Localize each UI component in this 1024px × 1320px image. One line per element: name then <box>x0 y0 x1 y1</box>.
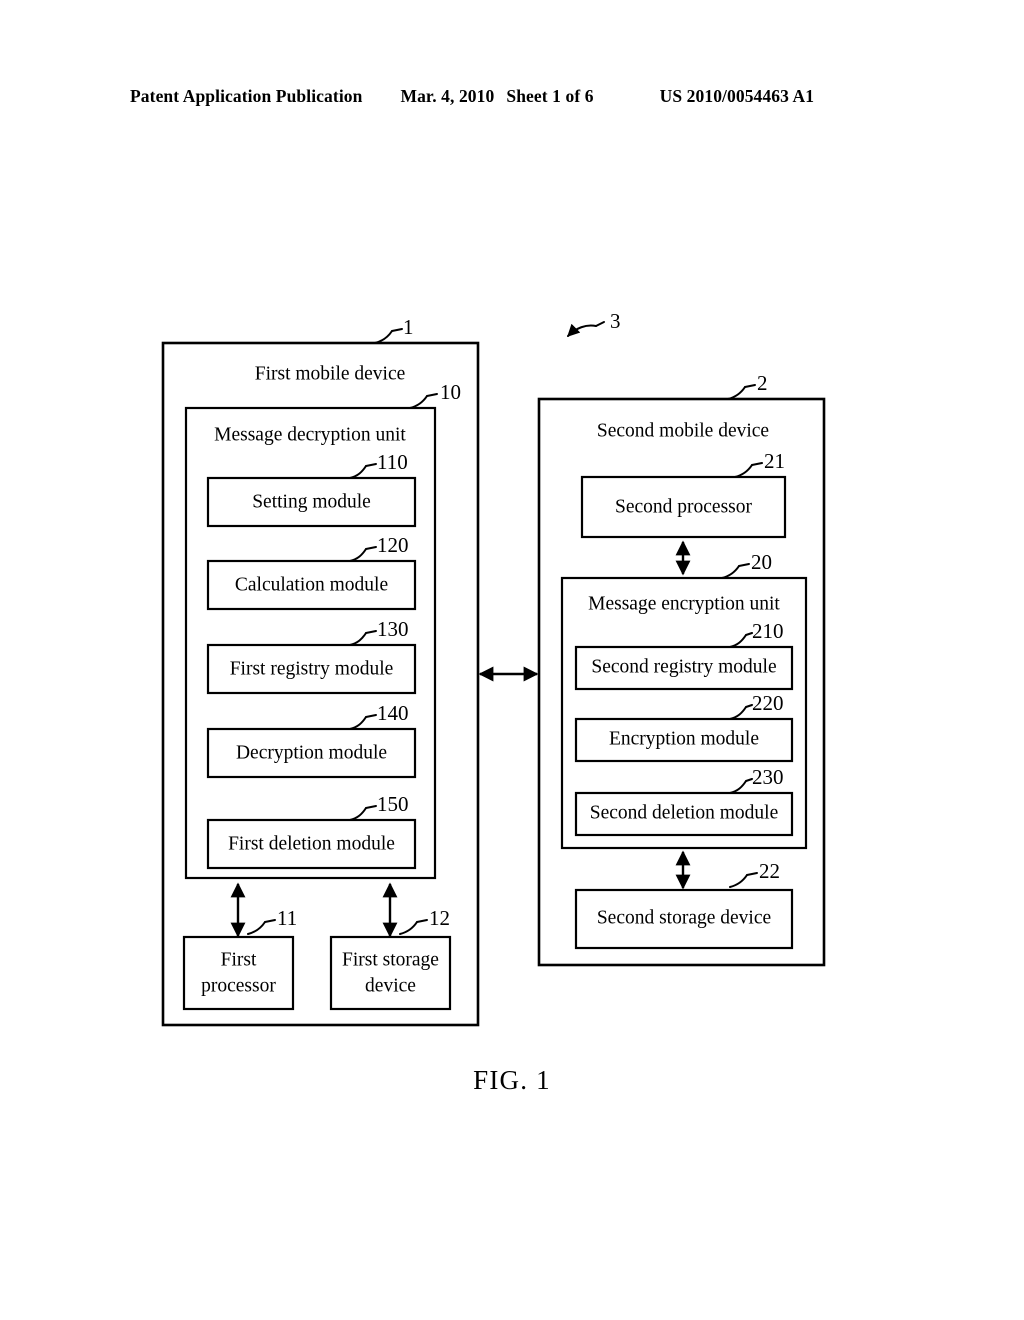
leader-ref-140 <box>349 714 377 730</box>
ref-label-230: 230 <box>752 765 784 789</box>
ref-label-3: 3 <box>610 309 621 333</box>
leader-ref-1 <box>374 328 403 344</box>
ref-label-22: 22 <box>759 859 780 883</box>
calculation-module-label: Calculation module <box>235 574 388 595</box>
message-encryption-unit-title: Message encryption unit <box>588 593 780 614</box>
decryption-module-label: Decryption module <box>236 742 387 763</box>
ref-label-110: 110 <box>377 450 408 474</box>
ref-label-140: 140 <box>377 701 409 725</box>
ref-label-11: 11 <box>277 906 297 930</box>
second-registry-module-label: Second registry module <box>591 656 776 677</box>
figure-diagram: 3 First mobile device 1 Message decrypti… <box>161 309 826 1027</box>
first-processor-label-line1: First <box>221 949 257 970</box>
patent-page: Patent Application Publication Mar. 4, 2… <box>0 0 1024 1320</box>
first-deletion-module-label: First deletion module <box>228 833 395 854</box>
leader-ref-10 <box>409 393 438 409</box>
leader-ref-220 <box>729 704 753 720</box>
figure-caption: FIG. 1 <box>473 1065 551 1095</box>
ref-label-1: 1 <box>403 315 414 339</box>
first-storage-device-label-line1: First storage <box>342 949 439 970</box>
setting-module-label: Setting module <box>252 491 371 512</box>
leader-ref-110 <box>349 463 377 479</box>
leader-ref-2 <box>727 384 756 400</box>
ref-label-2: 2 <box>757 371 768 395</box>
leader-ref-150 <box>349 805 377 821</box>
ref-label-220: 220 <box>752 691 784 715</box>
leader-ref-22 <box>729 872 758 888</box>
leader-ref-230 <box>729 778 753 794</box>
leader-ref-12 <box>399 919 428 935</box>
leader-ref-120 <box>349 546 377 562</box>
leader-ref-21 <box>734 462 763 478</box>
leader-ref-20 <box>721 563 750 579</box>
first-registry-module-label: First registry module <box>230 658 394 679</box>
second-storage-device-label: Second storage device <box>597 907 771 928</box>
ref-label-150: 150 <box>377 792 409 816</box>
system-leader-3 <box>567 321 605 337</box>
first-processor-label-line2: processor <box>201 975 276 996</box>
leader-ref-130 <box>349 630 377 646</box>
second-deletion-module-label: Second deletion module <box>590 802 778 823</box>
first-mobile-device-title: First mobile device <box>255 363 406 384</box>
ref-label-21: 21 <box>764 449 785 473</box>
ref-label-20: 20 <box>751 550 772 574</box>
ref-label-120: 120 <box>377 533 409 557</box>
leader-ref-210 <box>729 632 753 648</box>
ref-label-12: 12 <box>429 906 450 930</box>
leader-ref-11 <box>247 919 276 935</box>
message-decryption-unit-title: Message decryption unit <box>214 424 406 445</box>
encryption-module-label: Encryption module <box>609 728 759 749</box>
first-storage-device-label-line2: device <box>365 975 416 996</box>
ref-label-10: 10 <box>440 380 461 404</box>
first-storage-device-box <box>329 935 452 1011</box>
second-processor-label: Second processor <box>615 496 753 517</box>
first-processor-box <box>182 935 295 1011</box>
second-mobile-device-title: Second mobile device <box>597 420 769 441</box>
ref-label-130: 130 <box>377 617 409 641</box>
ref-label-210: 210 <box>752 619 784 643</box>
